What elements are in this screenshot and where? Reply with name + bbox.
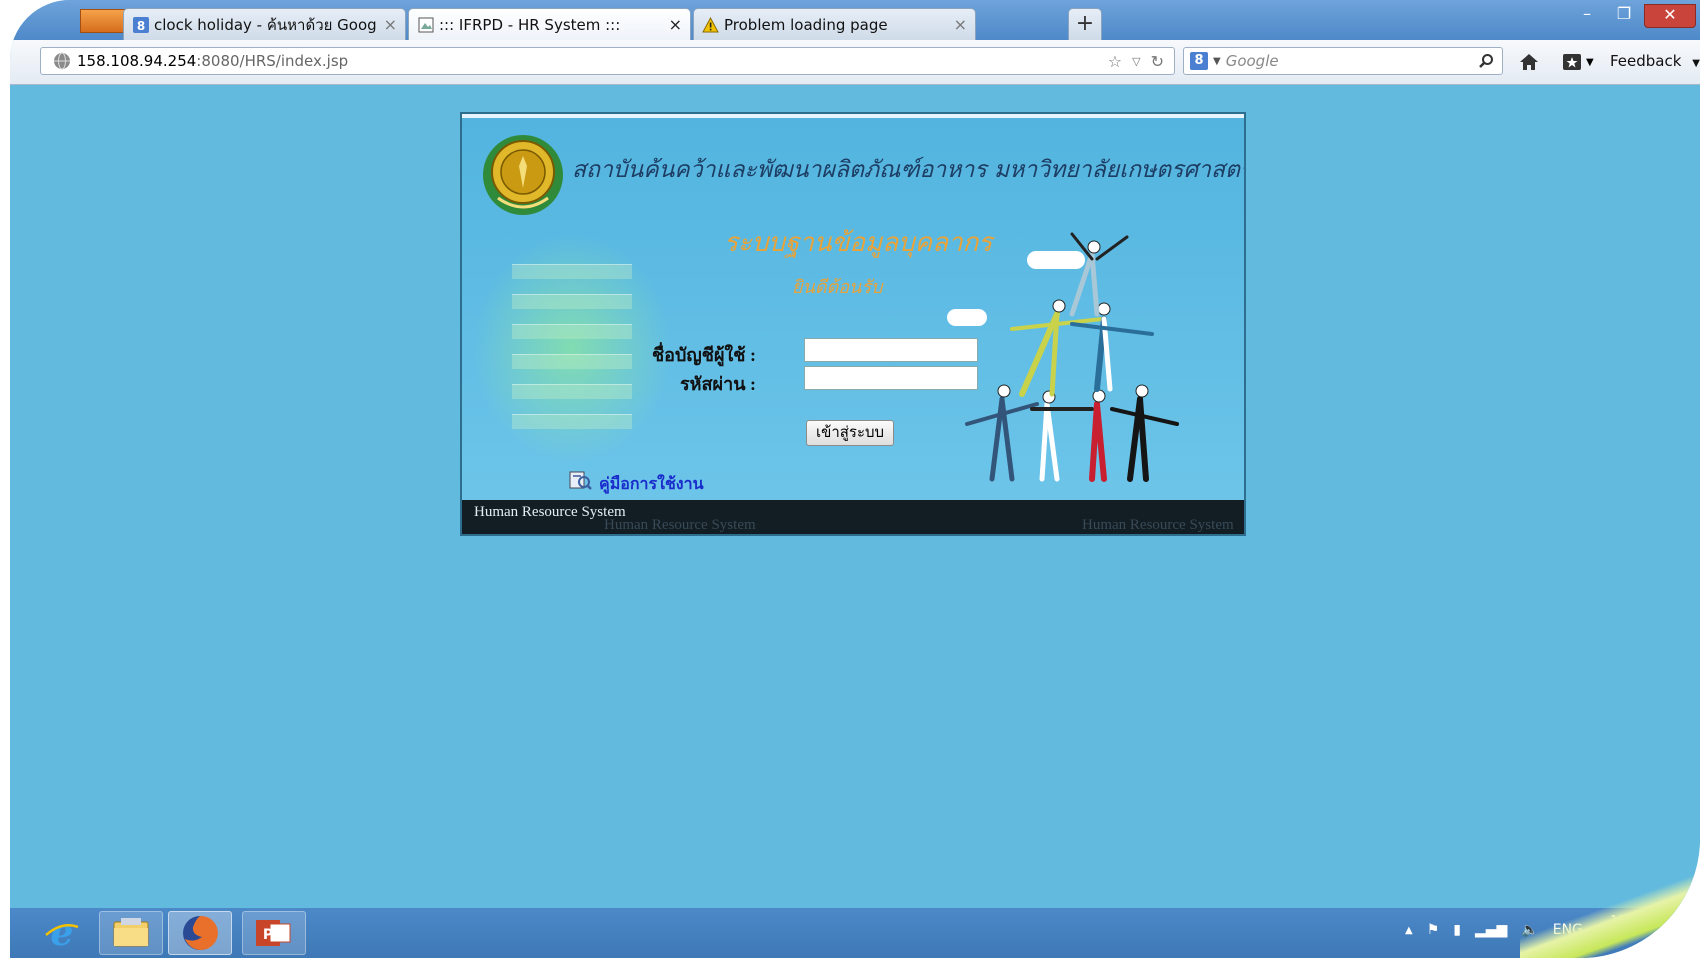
feedback-label: Feedback (1610, 52, 1682, 70)
network-icon[interactable]: ▂▄▆ (1475, 922, 1507, 938)
svg-text:P: P (263, 927, 273, 943)
windows-taskbar: e P ▲ ⚑ ▮ ▂▄▆ 🔈 ENG 11:12 (10, 908, 1700, 958)
file-explorer-icon[interactable] (99, 911, 163, 955)
address-bar[interactable]: 158.108.94.254:8080/HRS/index.jsp ☆ ▽ ↻ (40, 47, 1175, 75)
action-center-icon[interactable]: ⚑ (1427, 922, 1440, 938)
bookmarks-menu-button[interactable]: ▼ (1562, 51, 1598, 73)
search-engine-icon[interactable]: 8 (1190, 52, 1208, 70)
google-icon: 8 (132, 16, 149, 33)
close-tab-icon[interactable]: × (669, 15, 682, 34)
chevron-down-icon: ▼ (1586, 56, 1594, 68)
url-host: 158.108.94.254 (77, 52, 197, 70)
show-hidden-icons-icon[interactable]: ▲ (1405, 925, 1413, 936)
human-pyramid-illustration (965, 232, 1179, 482)
tab-label: clock holiday - ค้นหาด้วย Google (154, 15, 378, 34)
close-tab-icon[interactable]: × (384, 15, 397, 34)
device-icon[interactable]: ▮ (1453, 922, 1461, 938)
bookmarks-icon (1563, 54, 1581, 70)
chevron-down-icon: ▼ (1692, 58, 1700, 69)
feedback-button[interactable]: Feedback ▼ (1610, 52, 1700, 70)
language-indicator[interactable]: ENG (1553, 922, 1583, 938)
desktop-screen: 8 clock holiday - ค้นหาด้วย Google × :::… (10, 0, 1700, 958)
hr-login-panel: สถาบันค้นคว้าและพัฒนาผลิตภัณฑ์อาหาร มหาว… (460, 112, 1246, 536)
footer-ghost-text: Human Resource System (604, 517, 756, 533)
username-input[interactable] (804, 338, 978, 362)
bookmark-star-icon[interactable]: ☆ (1108, 52, 1122, 71)
footer-ghost-text: Human Resource System (1082, 517, 1234, 533)
dropdown-arrow-icon[interactable]: ▽ (1132, 55, 1140, 68)
warning-icon (702, 16, 719, 33)
password-label: รหัสผ่าน : (680, 374, 756, 394)
system-clock[interactable]: 11:12 (1610, 914, 1647, 929)
system-title: ระบบฐานข้อมูลบุคลากร (724, 228, 993, 258)
institute-title: สถาบันค้นคว้าและพัฒนาผลิตภัณฑ์อาหาร มหาว… (572, 157, 1246, 183)
new-tab-button[interactable]: + (1068, 8, 1102, 40)
tab-hr-system[interactable]: ::: IFRPD - HR System ::: × (408, 8, 691, 40)
tab-google-search[interactable]: 8 clock holiday - ค้นหาด้วย Google × (123, 8, 406, 40)
page-icon (417, 16, 434, 33)
tab-label: ::: IFRPD - HR System ::: (439, 15, 621, 34)
system-tray: ▲ ⚑ ▮ ▂▄▆ 🔈 ENG (1405, 922, 1583, 938)
search-bar[interactable]: 8 ▼ Google (1183, 47, 1503, 75)
home-icon[interactable] (1518, 51, 1540, 73)
search-icon[interactable] (1478, 53, 1494, 69)
volume-icon[interactable]: 🔈 (1521, 922, 1538, 938)
user-manual-link[interactable]: คู่มือการใช้งาน (599, 472, 704, 497)
footer-text: Human Resource System (474, 504, 626, 520)
tab-problem-loading[interactable]: Problem loading page × (693, 8, 976, 40)
reload-icon[interactable]: ↻ (1151, 52, 1164, 71)
password-input[interactable] (804, 366, 978, 390)
page-content: สถาบันค้นคว้าและพัฒนาผลิตภัณฑ์อาหาร มหาว… (10, 85, 1700, 907)
chevron-down-icon[interactable]: ▼ (1213, 56, 1221, 67)
globe-icon (54, 52, 70, 70)
login-button[interactable]: เข้าสู่ระบบ (806, 420, 894, 446)
ie-icon[interactable]: e (30, 911, 94, 955)
welcome-text: ยินดีต้อนรับ (792, 277, 883, 298)
browser-tab-bar: 8 clock holiday - ค้นหาด้วย Google × :::… (10, 0, 1700, 40)
user-manual-icon[interactable] (568, 469, 592, 491)
username-label: ชื่อบัญชีผู้ใช้ : (651, 345, 756, 365)
restore-window-button[interactable]: ❐ (1607, 4, 1641, 26)
firefox-icon[interactable] (168, 911, 232, 955)
panel-footer: Human Resource System Human Resource Sys… (462, 500, 1244, 534)
url-path: :8080/HRS/index.jsp (196, 52, 349, 70)
minimize-window-button[interactable]: – (1570, 4, 1604, 26)
close-window-button[interactable]: ✕ (1644, 4, 1696, 28)
browser-nav-bar: 158.108.94.254:8080/HRS/index.jsp ☆ ▽ ↻ … (10, 40, 1700, 85)
svg-text:8: 8 (136, 19, 144, 33)
close-tab-icon[interactable]: × (954, 15, 967, 34)
svg-text:e: e (51, 913, 74, 953)
search-input[interactable]: Google (1226, 52, 1279, 70)
tab-label: Problem loading page (724, 15, 888, 34)
university-seal-logo (483, 135, 563, 215)
powerpoint-icon[interactable]: P (242, 911, 306, 955)
